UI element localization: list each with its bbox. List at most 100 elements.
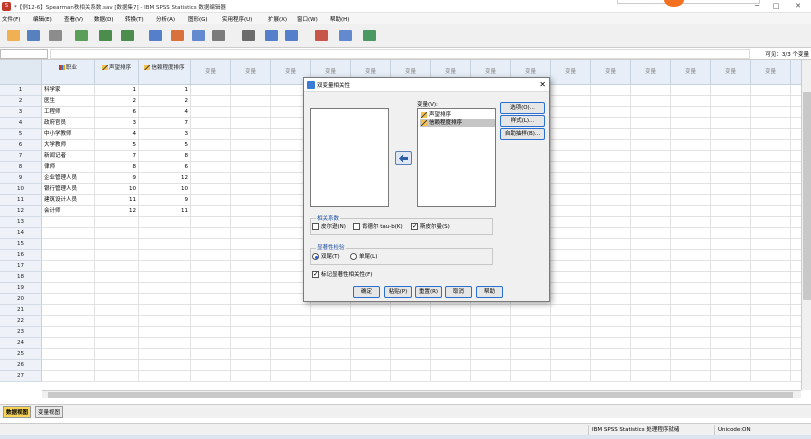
empty-cell[interactable]: [591, 327, 631, 338]
empty-cell[interactable]: [631, 283, 671, 294]
empty-cell[interactable]: [511, 316, 551, 327]
empty-cell[interactable]: [551, 96, 591, 107]
paste-button[interactable]: 粘贴(P): [384, 286, 412, 298]
empty-cell[interactable]: [591, 228, 631, 239]
empty-cell[interactable]: [711, 217, 751, 228]
empty-cell[interactable]: [471, 360, 511, 371]
empty-cell[interactable]: [551, 85, 591, 96]
empty-cell[interactable]: [631, 151, 671, 162]
empty-cell[interactable]: [351, 371, 391, 382]
empty-cell[interactable]: [431, 338, 471, 349]
empty-cell[interactable]: [631, 272, 671, 283]
empty-cell[interactable]: [231, 250, 271, 261]
empty-cell[interactable]: [271, 305, 311, 316]
empty-cell[interactable]: [631, 140, 671, 151]
target-variable-list[interactable]: 声望排序 信赖程度排序: [417, 108, 496, 207]
empty-cell[interactable]: [631, 184, 671, 195]
data-cell[interactable]: [42, 327, 95, 338]
empty-cell[interactable]: [231, 129, 271, 140]
data-cell[interactable]: [139, 272, 191, 283]
empty-cell[interactable]: [711, 327, 751, 338]
empty-cell[interactable]: [471, 305, 511, 316]
empty-cell[interactable]: [711, 85, 751, 96]
row-header[interactable]: 14: [0, 228, 42, 239]
empty-cell[interactable]: [551, 349, 591, 360]
empty-cell[interactable]: [711, 118, 751, 129]
data-cell[interactable]: 9: [139, 195, 191, 206]
data-cell[interactable]: [139, 250, 191, 261]
empty-cell[interactable]: [551, 239, 591, 250]
empty-cell[interactable]: [791, 283, 801, 294]
data-cell[interactable]: [95, 217, 139, 228]
empty-cell[interactable]: [631, 294, 671, 305]
empty-cell[interactable]: [791, 338, 801, 349]
find-icon[interactable]: [240, 27, 257, 44]
empty-cell[interactable]: [631, 239, 671, 250]
checkbox-box[interactable]: [312, 223, 319, 230]
empty-cell[interactable]: [351, 360, 391, 371]
empty-cell[interactable]: [231, 206, 271, 217]
empty-cell[interactable]: [631, 360, 671, 371]
empty-cell[interactable]: [671, 129, 711, 140]
empty-cell[interactable]: [551, 360, 591, 371]
empty-cell[interactable]: [751, 85, 791, 96]
empty-cell[interactable]: [191, 107, 231, 118]
data-cell[interactable]: 工程师: [42, 107, 95, 118]
row-header[interactable]: 26: [0, 360, 42, 371]
empty-cell[interactable]: [791, 107, 801, 118]
empty-cell[interactable]: [551, 107, 591, 118]
empty-cell[interactable]: [591, 195, 631, 206]
empty-cell[interactable]: [311, 371, 351, 382]
empty-cell[interactable]: [391, 338, 431, 349]
empty-cell[interactable]: [671, 228, 711, 239]
empty-cell[interactable]: [711, 338, 751, 349]
data-cell[interactable]: 10: [95, 184, 139, 195]
empty-cell[interactable]: [711, 305, 751, 316]
insert-variable-icon[interactable]: [283, 27, 300, 44]
empty-cell[interactable]: [751, 272, 791, 283]
empty-cell[interactable]: [191, 206, 231, 217]
data-cell[interactable]: [42, 250, 95, 261]
empty-column-header[interactable]: 变量: [591, 60, 631, 85]
help-button[interactable]: 帮助: [476, 286, 503, 298]
checkbox-box[interactable]: [411, 222, 418, 230]
empty-cell[interactable]: [631, 162, 671, 173]
empty-cell[interactable]: [511, 360, 551, 371]
empty-cell[interactable]: [471, 338, 511, 349]
options-button[interactable]: 选项(O)...: [500, 102, 545, 114]
data-cell[interactable]: 建筑设计人员: [42, 195, 95, 206]
empty-cell[interactable]: [391, 327, 431, 338]
empty-cell[interactable]: [711, 162, 751, 173]
data-cell[interactable]: [95, 239, 139, 250]
empty-cell[interactable]: [551, 338, 591, 349]
row-header[interactable]: 8: [0, 162, 42, 173]
kendall-checkbox[interactable]: 肯德尔 tau-b(K): [353, 223, 403, 231]
data-cell[interactable]: 3: [95, 118, 139, 129]
empty-cell[interactable]: [791, 261, 801, 272]
empty-cell[interactable]: [791, 228, 801, 239]
empty-cell[interactable]: [191, 316, 231, 327]
data-cell[interactable]: [95, 228, 139, 239]
empty-cell[interactable]: [671, 195, 711, 206]
empty-cell[interactable]: [591, 129, 631, 140]
data-cell[interactable]: 医生: [42, 96, 95, 107]
data-cell[interactable]: [95, 294, 139, 305]
empty-cell[interactable]: [711, 316, 751, 327]
empty-cell[interactable]: [791, 85, 801, 96]
empty-cell[interactable]: [751, 107, 791, 118]
row-header[interactable]: 22: [0, 316, 42, 327]
row-header[interactable]: 11: [0, 195, 42, 206]
empty-cell[interactable]: [431, 327, 471, 338]
data-cell[interactable]: [95, 261, 139, 272]
empty-cell[interactable]: [631, 327, 671, 338]
empty-cell[interactable]: [671, 96, 711, 107]
empty-cell[interactable]: [591, 349, 631, 360]
empty-cell[interactable]: [311, 327, 351, 338]
empty-cell[interactable]: [671, 140, 711, 151]
empty-cell[interactable]: [671, 173, 711, 184]
empty-cell[interactable]: [231, 261, 271, 272]
empty-cell[interactable]: [551, 272, 591, 283]
row-header[interactable]: 9: [0, 173, 42, 184]
data-cell[interactable]: [95, 327, 139, 338]
empty-cell[interactable]: [191, 118, 231, 129]
